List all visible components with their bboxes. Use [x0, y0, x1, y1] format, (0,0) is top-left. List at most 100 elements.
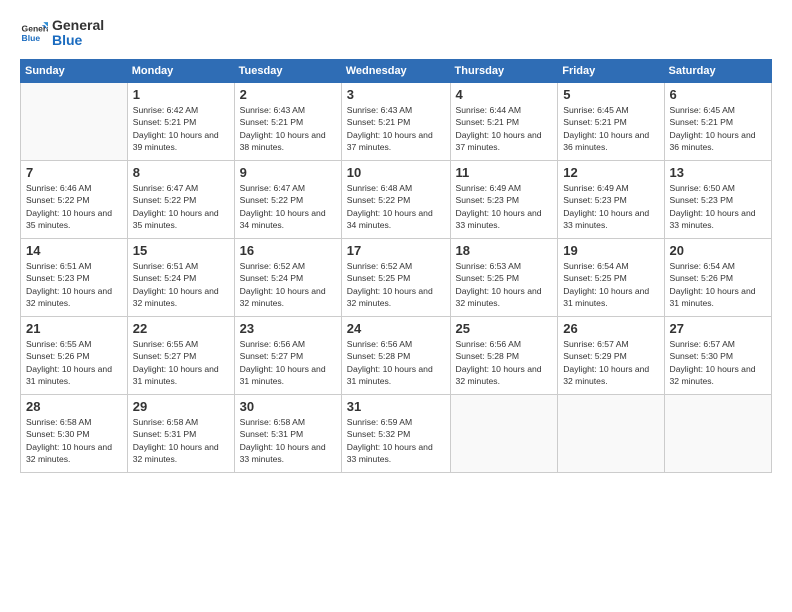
calendar-cell: 19 Sunrise: 6:54 AMSunset: 5:25 PMDaylig… — [558, 238, 664, 316]
header-tuesday: Tuesday — [234, 59, 341, 82]
day-number: 9 — [240, 165, 336, 180]
day-number: 28 — [26, 399, 122, 414]
calendar-cell: 16 Sunrise: 6:52 AMSunset: 5:24 PMDaylig… — [234, 238, 341, 316]
day-number: 27 — [670, 321, 766, 336]
logo-blue: Blue — [52, 33, 104, 48]
day-number: 2 — [240, 87, 336, 102]
calendar-cell: 15 Sunrise: 6:51 AMSunset: 5:24 PMDaylig… — [127, 238, 234, 316]
logo-general: General — [52, 18, 104, 33]
day-details: Sunrise: 6:48 AMSunset: 5:22 PMDaylight:… — [347, 182, 445, 232]
day-details: Sunrise: 6:57 AMSunset: 5:30 PMDaylight:… — [670, 338, 766, 388]
day-number: 3 — [347, 87, 445, 102]
calendar-cell: 7 Sunrise: 6:46 AMSunset: 5:22 PMDayligh… — [21, 160, 128, 238]
day-details: Sunrise: 6:49 AMSunset: 5:23 PMDaylight:… — [563, 182, 658, 232]
calendar-cell: 29 Sunrise: 6:58 AMSunset: 5:31 PMDaylig… — [127, 394, 234, 472]
day-details: Sunrise: 6:56 AMSunset: 5:28 PMDaylight:… — [456, 338, 553, 388]
day-number: 8 — [133, 165, 229, 180]
day-number: 26 — [563, 321, 658, 336]
calendar-cell — [558, 394, 664, 472]
calendar-cell: 9 Sunrise: 6:47 AMSunset: 5:22 PMDayligh… — [234, 160, 341, 238]
calendar-cell: 12 Sunrise: 6:49 AMSunset: 5:23 PMDaylig… — [558, 160, 664, 238]
calendar-cell: 4 Sunrise: 6:44 AMSunset: 5:21 PMDayligh… — [450, 82, 558, 160]
day-details: Sunrise: 6:51 AMSunset: 5:23 PMDaylight:… — [26, 260, 122, 310]
day-number: 22 — [133, 321, 229, 336]
day-number: 7 — [26, 165, 122, 180]
day-number: 16 — [240, 243, 336, 258]
day-number: 20 — [670, 243, 766, 258]
calendar-cell: 21 Sunrise: 6:55 AMSunset: 5:26 PMDaylig… — [21, 316, 128, 394]
calendar-cell: 24 Sunrise: 6:56 AMSunset: 5:28 PMDaylig… — [341, 316, 450, 394]
calendar-cell: 27 Sunrise: 6:57 AMSunset: 5:30 PMDaylig… — [664, 316, 771, 394]
calendar-page: General Blue General Blue SundayMondayTu… — [0, 0, 792, 612]
header-saturday: Saturday — [664, 59, 771, 82]
calendar-cell: 11 Sunrise: 6:49 AMSunset: 5:23 PMDaylig… — [450, 160, 558, 238]
header-friday: Friday — [558, 59, 664, 82]
day-details: Sunrise: 6:43 AMSunset: 5:21 PMDaylight:… — [347, 104, 445, 154]
calendar-cell: 31 Sunrise: 6:59 AMSunset: 5:32 PMDaylig… — [341, 394, 450, 472]
calendar-cell: 1 Sunrise: 6:42 AMSunset: 5:21 PMDayligh… — [127, 82, 234, 160]
day-details: Sunrise: 6:54 AMSunset: 5:25 PMDaylight:… — [563, 260, 658, 310]
day-details: Sunrise: 6:52 AMSunset: 5:25 PMDaylight:… — [347, 260, 445, 310]
day-details: Sunrise: 6:47 AMSunset: 5:22 PMDaylight:… — [133, 182, 229, 232]
calendar-cell: 6 Sunrise: 6:45 AMSunset: 5:21 PMDayligh… — [664, 82, 771, 160]
day-details: Sunrise: 6:45 AMSunset: 5:21 PMDaylight:… — [563, 104, 658, 154]
week-row-3: 14 Sunrise: 6:51 AMSunset: 5:23 PMDaylig… — [21, 238, 772, 316]
day-number: 30 — [240, 399, 336, 414]
day-number: 17 — [347, 243, 445, 258]
calendar-cell: 20 Sunrise: 6:54 AMSunset: 5:26 PMDaylig… — [664, 238, 771, 316]
day-number: 21 — [26, 321, 122, 336]
calendar-cell: 23 Sunrise: 6:56 AMSunset: 5:27 PMDaylig… — [234, 316, 341, 394]
calendar-cell: 8 Sunrise: 6:47 AMSunset: 5:22 PMDayligh… — [127, 160, 234, 238]
header-sunday: Sunday — [21, 59, 128, 82]
day-number: 6 — [670, 87, 766, 102]
day-details: Sunrise: 6:59 AMSunset: 5:32 PMDaylight:… — [347, 416, 445, 466]
day-details: Sunrise: 6:50 AMSunset: 5:23 PMDaylight:… — [670, 182, 766, 232]
day-details: Sunrise: 6:56 AMSunset: 5:28 PMDaylight:… — [347, 338, 445, 388]
day-number: 15 — [133, 243, 229, 258]
calendar-cell: 22 Sunrise: 6:55 AMSunset: 5:27 PMDaylig… — [127, 316, 234, 394]
day-details: Sunrise: 6:42 AMSunset: 5:21 PMDaylight:… — [133, 104, 229, 154]
week-row-2: 7 Sunrise: 6:46 AMSunset: 5:22 PMDayligh… — [21, 160, 772, 238]
calendar-table: SundayMondayTuesdayWednesdayThursdayFrid… — [20, 59, 772, 473]
svg-text:Blue: Blue — [22, 33, 41, 43]
calendar-cell: 3 Sunrise: 6:43 AMSunset: 5:21 PMDayligh… — [341, 82, 450, 160]
calendar-body: 1 Sunrise: 6:42 AMSunset: 5:21 PMDayligh… — [21, 82, 772, 472]
calendar-cell: 17 Sunrise: 6:52 AMSunset: 5:25 PMDaylig… — [341, 238, 450, 316]
day-details: Sunrise: 6:53 AMSunset: 5:25 PMDaylight:… — [456, 260, 553, 310]
week-row-1: 1 Sunrise: 6:42 AMSunset: 5:21 PMDayligh… — [21, 82, 772, 160]
day-number: 1 — [133, 87, 229, 102]
calendar-cell: 26 Sunrise: 6:57 AMSunset: 5:29 PMDaylig… — [558, 316, 664, 394]
logo-icon: General Blue — [20, 19, 48, 47]
day-number: 11 — [456, 165, 553, 180]
header: General Blue General Blue — [20, 18, 772, 49]
day-number: 19 — [563, 243, 658, 258]
day-number: 12 — [563, 165, 658, 180]
calendar-cell: 28 Sunrise: 6:58 AMSunset: 5:30 PMDaylig… — [21, 394, 128, 472]
calendar-header-row: SundayMondayTuesdayWednesdayThursdayFrid… — [21, 59, 772, 82]
day-details: Sunrise: 6:51 AMSunset: 5:24 PMDaylight:… — [133, 260, 229, 310]
calendar-cell — [21, 82, 128, 160]
day-details: Sunrise: 6:58 AMSunset: 5:30 PMDaylight:… — [26, 416, 122, 466]
day-details: Sunrise: 6:55 AMSunset: 5:27 PMDaylight:… — [133, 338, 229, 388]
calendar-cell: 13 Sunrise: 6:50 AMSunset: 5:23 PMDaylig… — [664, 160, 771, 238]
day-details: Sunrise: 6:47 AMSunset: 5:22 PMDaylight:… — [240, 182, 336, 232]
calendar-cell: 18 Sunrise: 6:53 AMSunset: 5:25 PMDaylig… — [450, 238, 558, 316]
day-number: 10 — [347, 165, 445, 180]
day-details: Sunrise: 6:58 AMSunset: 5:31 PMDaylight:… — [240, 416, 336, 466]
day-details: Sunrise: 6:46 AMSunset: 5:22 PMDaylight:… — [26, 182, 122, 232]
day-number: 18 — [456, 243, 553, 258]
day-number: 25 — [456, 321, 553, 336]
day-details: Sunrise: 6:44 AMSunset: 5:21 PMDaylight:… — [456, 104, 553, 154]
calendar-cell: 2 Sunrise: 6:43 AMSunset: 5:21 PMDayligh… — [234, 82, 341, 160]
week-row-5: 28 Sunrise: 6:58 AMSunset: 5:30 PMDaylig… — [21, 394, 772, 472]
day-number: 5 — [563, 87, 658, 102]
week-row-4: 21 Sunrise: 6:55 AMSunset: 5:26 PMDaylig… — [21, 316, 772, 394]
calendar-cell: 10 Sunrise: 6:48 AMSunset: 5:22 PMDaylig… — [341, 160, 450, 238]
calendar-cell — [664, 394, 771, 472]
calendar-cell: 5 Sunrise: 6:45 AMSunset: 5:21 PMDayligh… — [558, 82, 664, 160]
day-details: Sunrise: 6:55 AMSunset: 5:26 PMDaylight:… — [26, 338, 122, 388]
calendar-cell: 25 Sunrise: 6:56 AMSunset: 5:28 PMDaylig… — [450, 316, 558, 394]
day-details: Sunrise: 6:43 AMSunset: 5:21 PMDaylight:… — [240, 104, 336, 154]
day-number: 13 — [670, 165, 766, 180]
day-details: Sunrise: 6:54 AMSunset: 5:26 PMDaylight:… — [670, 260, 766, 310]
